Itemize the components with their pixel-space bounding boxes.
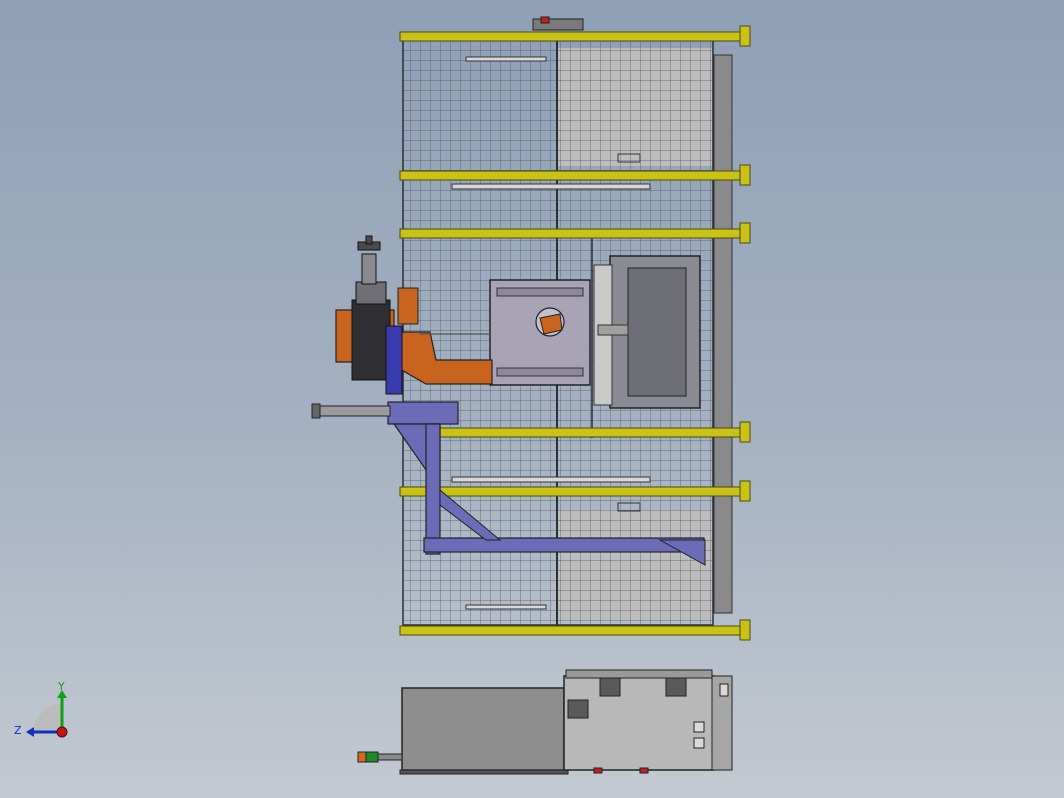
fixture-rail-top	[496, 287, 584, 297]
lamp-amber	[357, 751, 367, 763]
side-wall	[713, 54, 733, 614]
cylinder-end	[311, 403, 321, 419]
control-cabinet[interactable]	[399, 687, 569, 775]
coordinate-triad: Y Z	[14, 680, 68, 738]
x-axis-dot	[56, 726, 68, 738]
welding-torch-tip	[365, 235, 373, 245]
robot-turntable	[385, 325, 403, 395]
z-axis-label: Z	[14, 724, 22, 737]
robot-axis-housing	[397, 287, 419, 325]
triad-plane	[34, 704, 62, 732]
top-sensor-lamp	[540, 16, 550, 24]
robot-controller[interactable]	[563, 669, 733, 774]
lamp-green	[365, 751, 379, 763]
positioner-shaft	[597, 324, 629, 336]
cabinet-base	[399, 769, 569, 775]
workpiece-part	[539, 313, 563, 335]
lamp-mount	[377, 753, 403, 761]
linear-cylinder	[311, 405, 391, 417]
robot-motor	[351, 299, 391, 381]
signal-tower-light[interactable]	[357, 751, 403, 763]
z-axis-head	[26, 727, 34, 737]
base-column	[425, 423, 441, 555]
positioner-plate	[627, 267, 687, 397]
workpiece-fixture[interactable]	[489, 279, 591, 386]
robot-wrist	[361, 253, 377, 285]
base-top	[387, 401, 459, 425]
positioner[interactable]	[593, 255, 701, 409]
controller-body	[563, 675, 715, 771]
cad-viewport[interactable]: Y Z	[0, 0, 1064, 798]
robot-motor-head	[355, 281, 387, 305]
y-axis-label: Y	[57, 680, 65, 693]
fixture-rail-bottom	[496, 367, 584, 377]
cabinet-body	[401, 687, 565, 771]
controller-top	[565, 669, 713, 679]
